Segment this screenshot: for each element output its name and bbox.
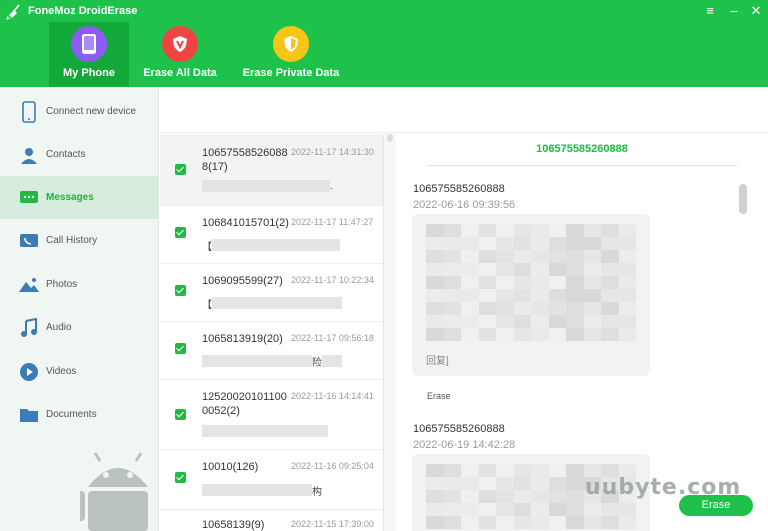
sidebar-item-label: Contacts xyxy=(46,149,86,160)
list-item[interactable]: 10658139(9) 2022-11-15 17:39:00 xyxy=(160,510,383,531)
sidebar-item-label: Photos xyxy=(46,279,78,290)
message-time: 2022-11-16 14:14:41 xyxy=(291,391,374,401)
sidebar-item-label: Videos xyxy=(46,366,77,377)
sidebar-item-audio[interactable]: Audio xyxy=(0,306,159,349)
sidebar-item-label: Messages xyxy=(46,192,94,203)
menu-icon[interactable]: ≡ xyxy=(700,2,720,20)
sidebar-item-label: Connect new device xyxy=(46,106,137,117)
list-item[interactable]: 1069095599(27) 2022-11-17 10:22:34 【 xyxy=(160,264,383,322)
checkbox[interactable] xyxy=(175,409,186,420)
message-time: 2022-11-17 11:47:27 xyxy=(291,217,374,227)
photos-icon xyxy=(17,273,41,297)
blurred-message-content xyxy=(426,224,636,341)
erase-button[interactable]: Erase xyxy=(679,495,753,516)
call-history-icon xyxy=(17,229,41,253)
conversation-sender: 106575585260888 xyxy=(413,183,505,195)
sidebar-item-call-history[interactable]: Call History xyxy=(0,219,159,262)
message-preview xyxy=(202,425,328,437)
message-preview: 险 xyxy=(202,355,342,369)
tab-label: Erase All Data xyxy=(143,67,217,79)
videos-icon xyxy=(17,360,41,384)
conversation-scrollbar[interactable] xyxy=(739,184,747,214)
shield-private-icon xyxy=(273,26,309,62)
message-sender: 10658139(9) xyxy=(202,519,265,531)
contacts-icon xyxy=(17,143,41,167)
shield-erase-icon xyxy=(162,26,198,62)
conversation-pane: 106575585260888 106575585260888 2022-06-… xyxy=(397,134,768,531)
checkbox[interactable] xyxy=(175,472,186,483)
message-sender: 106841015701(2) xyxy=(202,217,289,229)
message-time: 2022-11-17 14:31:30 xyxy=(291,147,374,157)
sidebar-item-photos[interactable]: Photos xyxy=(0,263,159,306)
list-item[interactable]: 10010(126) 2022-11-16 09:25:04 构 xyxy=(160,450,383,510)
app-header: FoneMoz DroidErase ≡ – ✕ My Phone Erase … xyxy=(0,0,768,87)
checkbox[interactable] xyxy=(175,227,186,238)
toolbar xyxy=(160,87,768,133)
close-button[interactable]: ✕ xyxy=(746,2,766,20)
checkbox[interactable] xyxy=(175,164,186,175)
message-preview: 构 xyxy=(202,484,322,498)
message-preview: 【 xyxy=(202,239,340,253)
tab-erase-all-data[interactable]: Erase All Data xyxy=(139,22,221,87)
message-sender: 1065813919(20) xyxy=(202,333,283,345)
documents-icon xyxy=(17,403,41,427)
audio-icon xyxy=(17,316,41,340)
conversation-date: 2022-06-19 14:42:28 xyxy=(413,439,516,451)
message-time: 2022-11-17 10:22:34 xyxy=(291,275,374,285)
messages-icon xyxy=(17,186,41,210)
sidebar-item-contacts[interactable]: Contacts xyxy=(0,133,159,176)
message-bubble: 回复] xyxy=(412,214,650,376)
message-preview: 【 xyxy=(202,297,342,311)
conversation-title: 106575585260888 xyxy=(427,143,737,166)
tab-label: Erase Private Data xyxy=(242,67,340,79)
message-sender: 106575585260888(17) xyxy=(202,147,288,173)
phone-icon xyxy=(17,100,41,124)
android-robot-icon xyxy=(80,452,148,531)
broom-logo-icon xyxy=(6,4,20,20)
scrollbar-thumb[interactable] xyxy=(387,134,393,142)
sidebar-item-messages[interactable]: Messages xyxy=(0,176,159,219)
message-preview: . xyxy=(202,180,333,192)
tab-label: My Phone xyxy=(63,67,115,79)
tab-erase-private-data[interactable]: Erase Private Data xyxy=(240,22,342,87)
message-sender: 10010(126) xyxy=(202,461,259,473)
app-title: FoneMoz DroidErase xyxy=(28,5,138,17)
checkbox[interactable] xyxy=(175,343,186,354)
message-time: 2022-11-17 09:56:18 xyxy=(291,333,374,343)
list-item[interactable]: 106841015701(2) 2022-11-17 11:47:27 【 xyxy=(160,206,383,264)
sidebar-item-connect-new-device[interactable]: Connect new device xyxy=(0,90,159,133)
sidebar-item-label: Audio xyxy=(46,322,72,333)
conversation-sender: 106575585260888 xyxy=(413,423,505,435)
message-time: 2022-11-15 17:39:00 xyxy=(291,519,374,529)
checkbox[interactable] xyxy=(175,285,186,296)
erase-message-link[interactable]: Erase xyxy=(427,391,451,401)
message-sender: 125200201011000052(2) xyxy=(202,391,287,417)
message-time: 2022-11-16 09:25:04 xyxy=(291,461,374,471)
message-reply-text: 回复] xyxy=(426,356,449,367)
tab-my-phone[interactable]: My Phone xyxy=(49,22,129,87)
list-item[interactable]: 106575585260888(17) 2022-11-17 14:31:30 … xyxy=(160,134,383,206)
sidebar-item-videos[interactable]: Videos xyxy=(0,350,159,393)
sidebar-item-label: Documents xyxy=(46,409,97,420)
sidebar: Connect new device Contacts Messages Cal… xyxy=(0,87,159,531)
sidebar-item-documents[interactable]: Documents xyxy=(0,393,159,436)
list-item[interactable]: 1065813919(20) 2022-11-17 09:56:18 险 xyxy=(160,322,383,380)
list-item[interactable]: 125200201011000052(2) 2022-11-16 14:14:4… xyxy=(160,380,383,450)
minimize-button[interactable]: – xyxy=(724,2,744,20)
conversation-date: 2022-06-16 09:39:56 xyxy=(413,199,516,211)
message-list: 106575585260888(17) 2022-11-17 14:31:30 … xyxy=(160,134,384,531)
list-scrollbar[interactable] xyxy=(384,134,396,531)
phone-icon xyxy=(71,26,107,62)
message-sender: 1069095599(27) xyxy=(202,275,283,287)
sidebar-item-label: Call History xyxy=(46,235,98,246)
